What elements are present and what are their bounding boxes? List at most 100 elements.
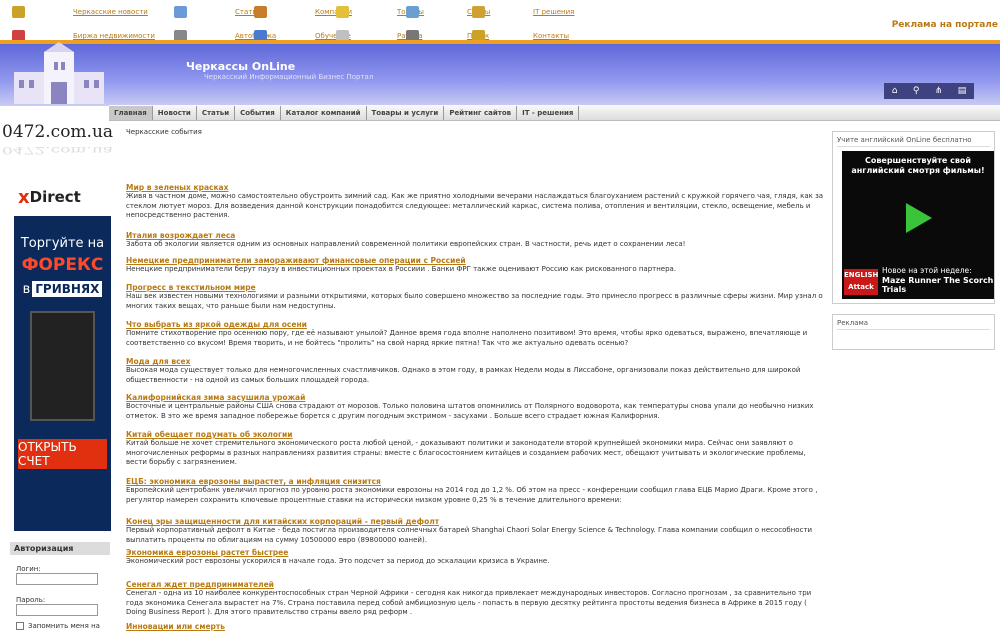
news-summary: Ненецкие предприниматели берут паузу в и… — [126, 265, 677, 273]
news-summary: Забота об экологии является одним из осн… — [126, 240, 686, 248]
password-input[interactable] — [16, 603, 98, 616]
topnav-link[interactable]: Контакты — [533, 32, 569, 40]
login-form: Авторизация Логин: Пароль: Запомнить мен… — [10, 542, 110, 630]
it-icon[interactable] — [472, 6, 485, 18]
news-title-link[interactable]: Калифорнийская зима засушила урожай — [126, 393, 826, 402]
menu-item[interactable]: События — [235, 105, 281, 120]
news-title-link[interactable]: Что выбрать из яркой одежды для осени — [126, 320, 826, 329]
menu-item[interactable]: Товары и услуги — [367, 105, 445, 120]
login-input[interactable] — [16, 573, 98, 585]
video-headline: Совершенствуйте свой английский смотря ф… — [851, 156, 985, 175]
menu-item[interactable]: Рейтинг сайтов — [444, 105, 518, 120]
news-item: Мода для всех Высокая мода существует тол… — [126, 357, 826, 385]
section-title: Черкасские события — [126, 128, 202, 136]
print-icon[interactable]: ▤ — [958, 86, 967, 96]
video-caption: Новое на этой неделе: Maze Runner The Sc… — [882, 266, 994, 294]
companies-icon[interactable] — [254, 6, 267, 18]
news-item: Прогресс в текстильном мире Наш век извес… — [126, 283, 826, 311]
english-widget-title: Учите английский OnLine бесплатно — [837, 136, 990, 147]
english-widget: Учите английский OnLine бесплатно Соверш… — [832, 131, 995, 304]
domain-logo-reflection: 0472.com.ua — [2, 144, 114, 156]
topnav-item[interactable]: Статьи — [174, 5, 261, 19]
remember-checkbox[interactable] — [16, 622, 24, 630]
play-icon[interactable] — [906, 203, 932, 233]
site-subtitle: Черкасский Информационный Бизнес Портал — [204, 73, 374, 81]
castle-illustration — [14, 42, 104, 104]
news-item: ЕЦБ: экономика еврозоны вырастет, а инфл… — [126, 477, 826, 505]
news-title-link[interactable]: Италия возрождает леса — [126, 231, 826, 240]
news-item: Сенегал ждет предпринимателей Сенегал - о… — [126, 580, 826, 618]
news-summary: Европейский центробанк увеличил прогноз … — [126, 486, 818, 504]
english-attack-logo: ENGLISH Attack — [844, 269, 878, 295]
topnav-link[interactable]: IT решения — [533, 8, 574, 16]
articles-icon[interactable] — [174, 6, 187, 18]
xdirect-ad-banner[interactable]: x Direct Торгуйте на ФОРЕКС в ГРИВНЯХ ОТ… — [14, 178, 111, 531]
news-item: Инновации или смерть — [126, 622, 826, 631]
news-summary: Высокая мода существует только для немно… — [126, 366, 801, 384]
topnav-item[interactable]: IT решения — [472, 5, 574, 19]
news-item: Немецкие предприниматели замораживают фи… — [126, 256, 826, 275]
news-summary: Живя в частном доме, можно самостоятельн… — [126, 192, 824, 219]
login-label: Логин: — [16, 565, 41, 573]
remember-label: Запомнить меня на — [28, 622, 100, 630]
topnav-item[interactable]: Черкасские новости — [12, 5, 148, 19]
news-title-link[interactable]: Экономика еврозоны растет быстрее — [126, 548, 826, 557]
ad-text-forex: ФОРЕКС — [21, 255, 104, 275]
ad-text-currency: в ГРИВНЯХ — [14, 281, 111, 297]
news-item: Италия возрождает леса Забота об экологии… — [126, 231, 826, 250]
main-content: Черкасские события Мир в зеленых красках… — [126, 128, 826, 631]
sitemap-icon[interactable]: ⋔ — [935, 86, 943, 96]
news-title-link[interactable]: Сенегал ждет предпринимателей — [126, 580, 826, 589]
toolbar-icons: ⌂ ⚲ ⋔ ▤ — [884, 83, 974, 99]
news-title-link[interactable]: Китай обещает подумать об экологии — [126, 430, 826, 439]
home-icon[interactable]: ⌂ — [892, 86, 898, 96]
news-title-link[interactable]: Мода для всех — [126, 357, 826, 366]
menu-item[interactable]: Новости — [153, 105, 197, 120]
news-item: Калифорнийская зима засушила урожай Восто… — [126, 393, 826, 421]
topnav-link[interactable]: Черкасские новости — [73, 8, 148, 16]
news-summary: Китай больше не хочет стремительного эко… — [126, 439, 806, 466]
news-summary: Помните стихотворение про осеннюю пору, … — [126, 329, 808, 347]
site-banner: Черкассы OnLine Черкасский Информационны… — [0, 40, 1000, 106]
main-menu: Главная Новости Статьи События Каталог компа… — [109, 105, 1000, 121]
news-item: Что выбрать из яркой одежды для осени Пом… — [126, 320, 826, 348]
xdirect-logo: x Direct — [14, 178, 111, 216]
news-item: Экономика еврозоны растет быстрее Экономи… — [126, 548, 826, 567]
top-navigation: Черкасские новостиСтатьиКомпанииТоварыСа… — [0, 0, 1000, 44]
news-title-link[interactable]: Инновации или смерть — [126, 622, 826, 631]
news-title-link[interactable]: Немецкие предприниматели замораживают фи… — [126, 256, 826, 265]
advertise-link[interactable]: Реклама на портале — [892, 20, 998, 30]
banner-accent-line — [0, 40, 1000, 44]
news-summary: Наш век известен новыми технологиями и р… — [126, 292, 823, 310]
menu-item[interactable]: Каталог компаний — [281, 105, 367, 120]
ad-widget: Реклама — [832, 314, 995, 350]
menu-item[interactable]: Статьи — [197, 105, 236, 120]
goods-icon[interactable] — [336, 6, 349, 18]
news-summary: Первый корпоративный дефолт в Китае - бе… — [126, 526, 813, 544]
search-icon[interactable]: ⚲ — [913, 86, 920, 96]
topnav-link[interactable]: Биржа недвижимости — [73, 32, 155, 40]
news-item: Конец эры защищенности для китайских кор… — [126, 517, 826, 545]
menu-item[interactable]: Главная — [109, 105, 153, 120]
news-item: Мир в зеленых красках Живя в частном доме… — [126, 183, 826, 221]
newspaper-icon[interactable] — [12, 6, 25, 18]
news-summary: Сенегал - одна из 10 наиболее конкуренто… — [126, 589, 812, 616]
ad-widget-title: Реклама — [837, 319, 990, 330]
news-item: Китай обещает подумать об экологии Китай … — [126, 430, 826, 468]
sites-icon[interactable] — [406, 6, 419, 18]
site-title[interactable]: Черкассы OnLine — [186, 60, 295, 73]
news-title-link[interactable]: ЕЦБ: экономика еврозоны вырастет, а инфл… — [126, 477, 826, 486]
left-column: 0472.com.ua 0472.com.ua x Direct Торгуйт… — [0, 122, 120, 631]
english-video-ad[interactable]: Совершенствуйте свой английский смотря ф… — [842, 151, 994, 299]
news-title-link[interactable]: Мир в зеленых красках — [126, 183, 826, 192]
login-form-title: Авторизация — [10, 542, 110, 555]
news-summary: Восточные и центральные районы США снова… — [126, 402, 814, 420]
remember-me[interactable]: Запомнить меня на — [16, 622, 110, 630]
ad-screenshot-image — [30, 311, 95, 421]
news-title-link[interactable]: Конец эры защищенности для китайских кор… — [126, 517, 826, 526]
news-title-link[interactable]: Прогресс в текстильном мире — [126, 283, 826, 292]
menu-item[interactable]: IT - решения — [517, 105, 580, 120]
open-account-button[interactable]: ОТКРЫТЬ СЧЕТ — [18, 439, 107, 469]
domain-logo[interactable]: 0472.com.ua — [2, 122, 113, 142]
ad-text-trade: Торгуйте на — [20, 236, 105, 251]
